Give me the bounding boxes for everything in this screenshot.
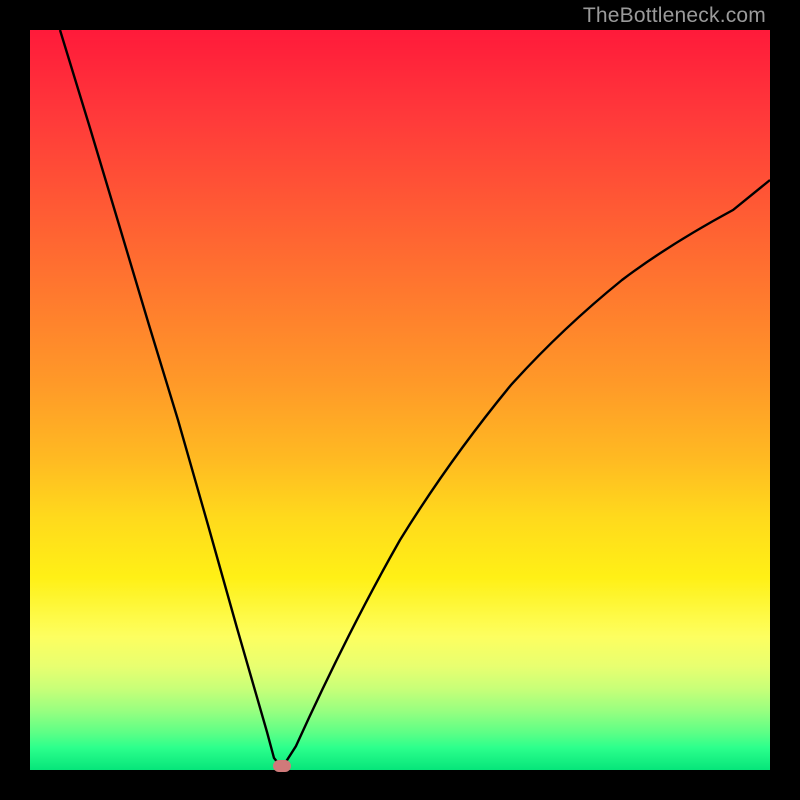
curve-path bbox=[60, 30, 770, 768]
plot-area bbox=[30, 30, 770, 770]
chart-frame: TheBottleneck.com bbox=[0, 0, 800, 800]
attribution-label: TheBottleneck.com bbox=[583, 4, 766, 28]
bottleneck-curve bbox=[30, 30, 770, 770]
optimal-point-marker bbox=[273, 760, 291, 772]
